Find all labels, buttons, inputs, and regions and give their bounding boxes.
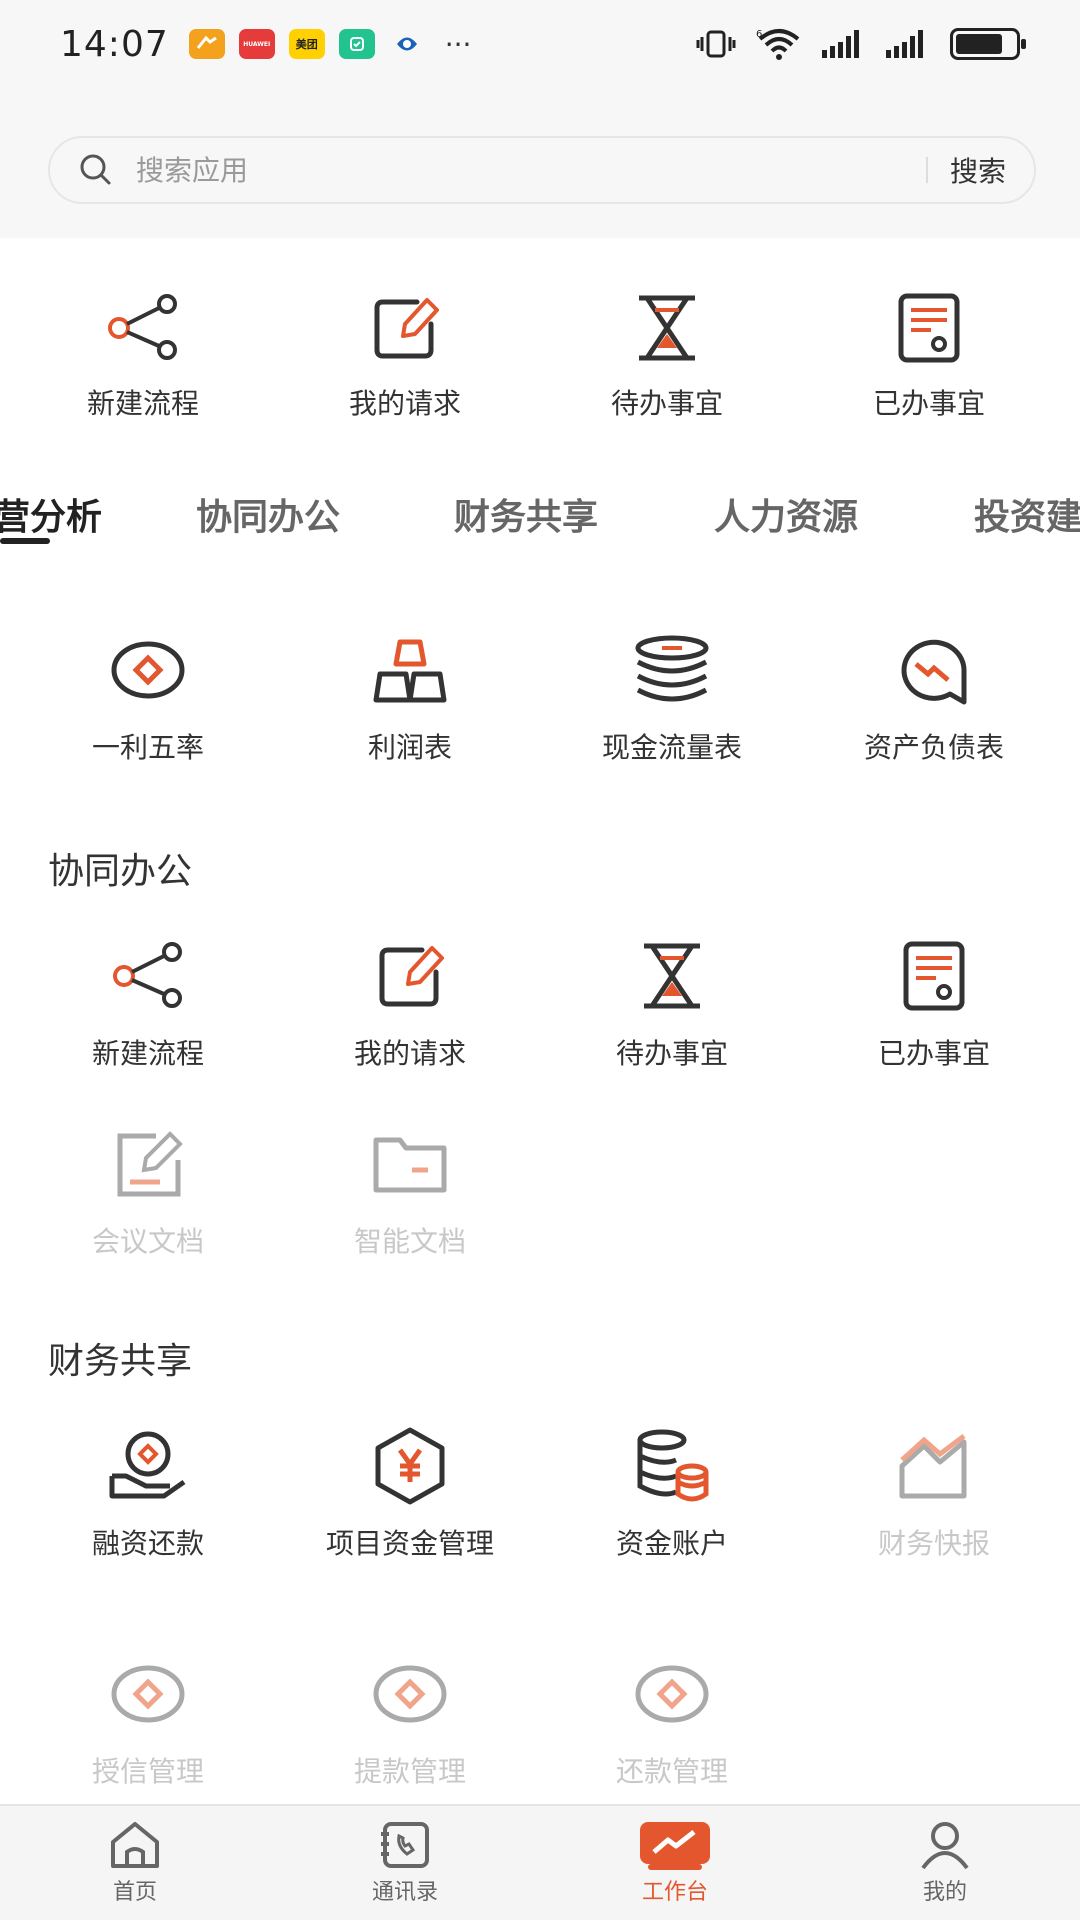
item-cash-flow[interactable]: 现金流量表: [541, 628, 803, 768]
quick-my-request[interactable]: 我的请求: [274, 238, 536, 448]
svg-text:6: 6: [756, 29, 762, 40]
quick-new-flow[interactable]: 新建流程: [12, 238, 274, 448]
quick-actions-grid: 新建流程 我的请求 待办事宜 已办事宜: [0, 238, 1080, 448]
trend-down-chat-icon: [894, 630, 974, 710]
quick-todo[interactable]: 待办事宜: [536, 238, 798, 448]
search-input[interactable]: [136, 153, 904, 187]
meituan-app-icon: 美团: [288, 29, 325, 59]
bottom-nav: 首页 通讯录 工作台 我的: [0, 1804, 1080, 1920]
signal-icon-2: [886, 30, 923, 58]
search-icon: [80, 154, 111, 185]
item-profit-statement[interactable]: 利润表: [279, 628, 541, 768]
nav-profile[interactable]: 我的: [810, 1806, 1080, 1920]
contacts-icon: [381, 1822, 429, 1868]
more-notifications-icon: ···: [444, 27, 472, 61]
tab-finance[interactable]: 财务共享: [454, 488, 598, 540]
collab-new-flow[interactable]: 新建流程: [17, 934, 279, 1074]
collab-smart-docs[interactable]: 智能文档: [279, 1122, 541, 1262]
done-doc-icon: [889, 288, 969, 368]
tab-underline: [0, 538, 50, 544]
meeting-doc-icon: [108, 1124, 188, 1204]
collab-row-1: 新建流程 我的请求 待办事宜 已办事宜: [0, 934, 1080, 1074]
finance-quick-report[interactable]: 财务快报: [803, 1424, 1065, 1564]
collab-done[interactable]: 已办事宜: [803, 934, 1065, 1074]
gold-bars-icon: [370, 630, 450, 710]
status-right: 6: [696, 27, 1026, 61]
collab-meeting-docs[interactable]: 会议文档: [17, 1122, 279, 1262]
quick-done[interactable]: 已办事宜: [798, 238, 1060, 448]
section-title-finance: 财务共享: [48, 1341, 193, 1382]
profile-icon: [921, 1822, 969, 1870]
signal-icon-1: [822, 30, 859, 58]
diamond-coin-icon: [108, 630, 188, 710]
section-title-collab: 协同办公: [48, 851, 193, 892]
workbench-icon: [640, 1822, 710, 1870]
status-notification-apps: HUAWEI 美团 ···: [188, 27, 472, 61]
search-button[interactable]: 搜索: [950, 150, 1006, 190]
edit-icon: [365, 288, 445, 368]
hourglass-icon: [632, 936, 712, 1016]
app-icon-5: [389, 29, 425, 59]
app-icon-1: [188, 29, 225, 59]
finance-credit-mgmt[interactable]: 授信管理: [17, 1652, 279, 1792]
yuan-hexagon-icon: [370, 1426, 450, 1506]
collab-todo[interactable]: 待办事宜: [541, 934, 803, 1074]
finance-withdraw-mgmt[interactable]: 提款管理: [279, 1652, 541, 1792]
diamond-coin-icon: [370, 1654, 450, 1734]
finance-project-fund[interactable]: 项目资金管理: [279, 1424, 541, 1564]
analysis-row: 一利五率 利润表 现金流量表 资产负债表: [0, 628, 1080, 768]
diamond-coin-icon: [632, 1654, 712, 1734]
finance-chart-icon: [894, 1426, 974, 1506]
nav-home[interactable]: 首页: [0, 1806, 270, 1920]
battery-icon: [950, 28, 1026, 60]
nav-contacts[interactable]: 通讯录: [270, 1806, 540, 1920]
home-icon: [111, 1822, 159, 1868]
share-flow-icon: [103, 288, 183, 368]
search-divider: [925, 157, 928, 183]
share-flow-icon: [108, 936, 188, 1016]
finance-repay-mgmt[interactable]: 还款管理: [541, 1652, 803, 1792]
tab-collab[interactable]: 协同办公: [196, 488, 340, 540]
finance-row-2: 授信管理 提款管理 还款管理: [0, 1652, 1080, 1792]
collab-my-request[interactable]: 我的请求: [279, 934, 541, 1074]
edit-icon: [370, 936, 450, 1016]
collab-row-2: 会议文档 智能文档: [0, 1122, 1080, 1262]
tab-analysis[interactable]: 营分析: [0, 488, 102, 540]
loan-repay-icon: [108, 1426, 188, 1506]
fund-account-icon: [632, 1426, 712, 1506]
vibrate-icon: [696, 30, 736, 58]
diamond-coin-icon: [108, 1654, 188, 1734]
done-doc-icon: [894, 936, 974, 1016]
tab-investment[interactable]: 投资建: [974, 488, 1080, 540]
tab-hr[interactable]: 人力资源: [714, 488, 858, 540]
item-balance-sheet[interactable]: 资产负债表: [803, 628, 1065, 768]
folder-icon: [370, 1124, 450, 1204]
category-tabs: 营分析 协同办公 财务共享 人力资源 投资建: [0, 448, 1080, 548]
hourglass-icon: [627, 288, 707, 368]
wifi-icon: 6: [756, 29, 800, 60]
coin-stack-icon: [632, 630, 712, 710]
app-icon-4: [338, 29, 375, 59]
search-area: 搜索: [0, 88, 1080, 238]
huawei-app-icon: HUAWEI: [238, 29, 275, 59]
status-time: 14:07: [60, 23, 169, 65]
nav-workbench[interactable]: 工作台: [540, 1806, 810, 1920]
finance-loan-repay[interactable]: 融资还款: [17, 1424, 279, 1564]
finance-fund-account[interactable]: 资金账户: [541, 1424, 803, 1564]
search-box[interactable]: 搜索: [48, 136, 1036, 204]
item-one-profit-five-rates[interactable]: 一利五率: [17, 628, 279, 768]
status-bar: 14:07 HUAWEI 美团 ··· 6: [0, 0, 1080, 88]
finance-row-1: 融资还款 项目资金管理 资金账户 财务快报: [0, 1424, 1080, 1564]
